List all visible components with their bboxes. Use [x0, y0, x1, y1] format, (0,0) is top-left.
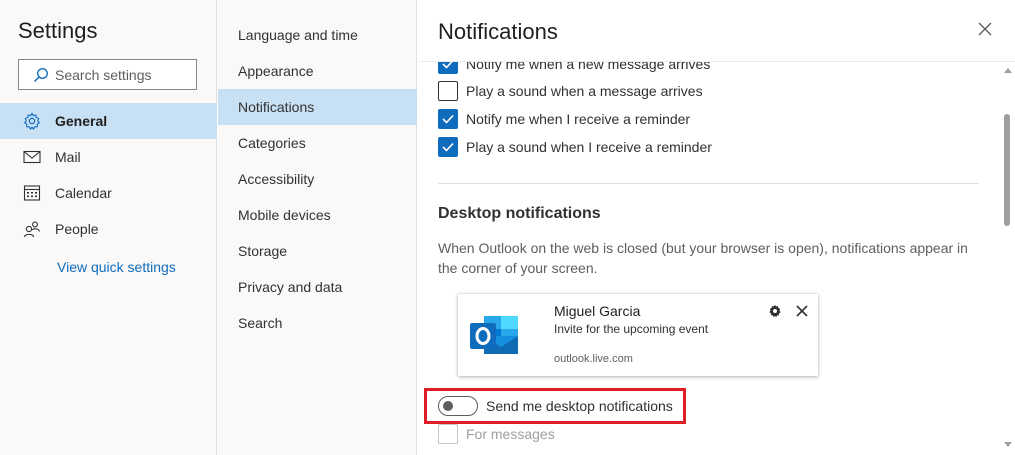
settings-left-pane: Settings General	[0, 0, 217, 455]
view-quick-settings-link[interactable]: View quick settings	[57, 259, 176, 275]
search-settings-box[interactable]	[18, 59, 197, 90]
category-accessibility[interactable]: Accessibility	[218, 161, 417, 197]
category-search[interactable]: Search	[218, 305, 417, 341]
close-icon	[978, 22, 992, 41]
mail-icon	[23, 148, 41, 166]
checkbox-sound-reminder[interactable]: Play a sound when I receive a reminder	[438, 136, 712, 158]
scroll-up-arrow-icon[interactable]	[1003, 66, 1012, 75]
preview-sender: Miguel Garcia	[554, 303, 641, 319]
pane-title: Notifications	[438, 19, 558, 44]
category-appearance[interactable]: Appearance	[218, 53, 417, 89]
checkbox-box[interactable]	[438, 424, 458, 444]
desktop-notifications-heading: Desktop notifications	[438, 205, 601, 222]
checkbox-box[interactable]	[438, 137, 458, 157]
checkbox-label: Notify me when a new message arrives	[466, 62, 711, 72]
checkbox-notify-new-message[interactable]: Notify me when a new message arrives	[438, 62, 710, 75]
desktop-notifications-description: When Outlook on the web is closed (but y…	[438, 240, 968, 276]
settings-window: Settings General	[0, 0, 1015, 455]
notifications-scroll-area[interactable]: Notify me when a new message arrives Pla…	[418, 62, 1015, 455]
preview-subject: Invite for the upcoming event	[554, 322, 709, 336]
nav-item-calendar[interactable]: Calendar	[0, 175, 217, 211]
checkbox-sound-new-message[interactable]: Play a sound when a message arrives	[438, 80, 703, 102]
calendar-icon	[23, 184, 41, 202]
desktop-notifications-toggle-row[interactable]: Send me desktop notifications	[438, 395, 673, 417]
vertical-scrollbar[interactable]	[1000, 62, 1015, 455]
notifications-pane: Notifications Notify me when a new messa…	[418, 0, 1015, 455]
checkbox-box[interactable]	[438, 81, 458, 101]
category-categories[interactable]: Categories	[218, 125, 417, 161]
search-icon	[33, 67, 49, 83]
people-icon	[23, 220, 41, 238]
close-icon	[795, 304, 809, 318]
nav-item-label: People	[55, 221, 99, 237]
checkbox-notify-reminder[interactable]: Notify me when I receive a reminder	[438, 108, 690, 130]
category-notifications[interactable]: Notifications	[218, 89, 417, 125]
settings-title: Settings	[18, 18, 98, 43]
notification-preview-card: Miguel Garcia Invite for the upcoming ev…	[458, 294, 818, 376]
section-divider	[438, 183, 979, 184]
checkbox-box[interactable]	[438, 109, 458, 129]
preview-domain: outlook.live.com	[554, 353, 633, 365]
nav-item-people[interactable]: People	[0, 211, 217, 247]
category-language-and-time[interactable]: Language and time	[218, 17, 417, 53]
search-settings-input[interactable]	[55, 66, 190, 83]
nav-item-general[interactable]: General	[0, 103, 217, 139]
category-privacy-and-data[interactable]: Privacy and data	[218, 269, 417, 305]
checkmark-icon	[442, 62, 453, 69]
checkmark-icon	[442, 114, 454, 124]
gear-icon	[768, 304, 782, 318]
close-button[interactable]	[974, 20, 996, 42]
checkbox-label: Notify me when I receive a reminder	[466, 111, 691, 127]
outlook-logo-icon	[470, 314, 520, 358]
checkbox-box[interactable]	[438, 62, 458, 74]
scrollbar-thumb[interactable]	[1004, 114, 1010, 226]
toggle-knob	[443, 401, 453, 411]
scroll-down-arrow-icon[interactable]	[1003, 440, 1012, 449]
checkmark-icon	[442, 142, 454, 152]
category-storage[interactable]: Storage	[218, 233, 417, 269]
checkbox-label: For messages	[466, 426, 555, 442]
checkbox-label: Play a sound when I receive a reminder	[466, 139, 712, 155]
nav-item-label: Calendar	[55, 185, 112, 201]
gear-icon	[23, 112, 41, 130]
nav-item-mail[interactable]: Mail	[0, 139, 217, 175]
category-mobile-devices[interactable]: Mobile devices	[218, 197, 417, 233]
checkbox-for-messages[interactable]: For messages	[438, 423, 555, 445]
desktop-notifications-toggle[interactable]	[438, 396, 478, 416]
checkbox-label: Play a sound when a message arrives	[466, 83, 703, 99]
settings-category-pane: Language and time Appearance Notificatio…	[218, 0, 417, 455]
nav-item-label: General	[55, 113, 108, 129]
toggle-label: Send me desktop notifications	[486, 398, 673, 414]
nav-item-label: Mail	[55, 149, 81, 165]
